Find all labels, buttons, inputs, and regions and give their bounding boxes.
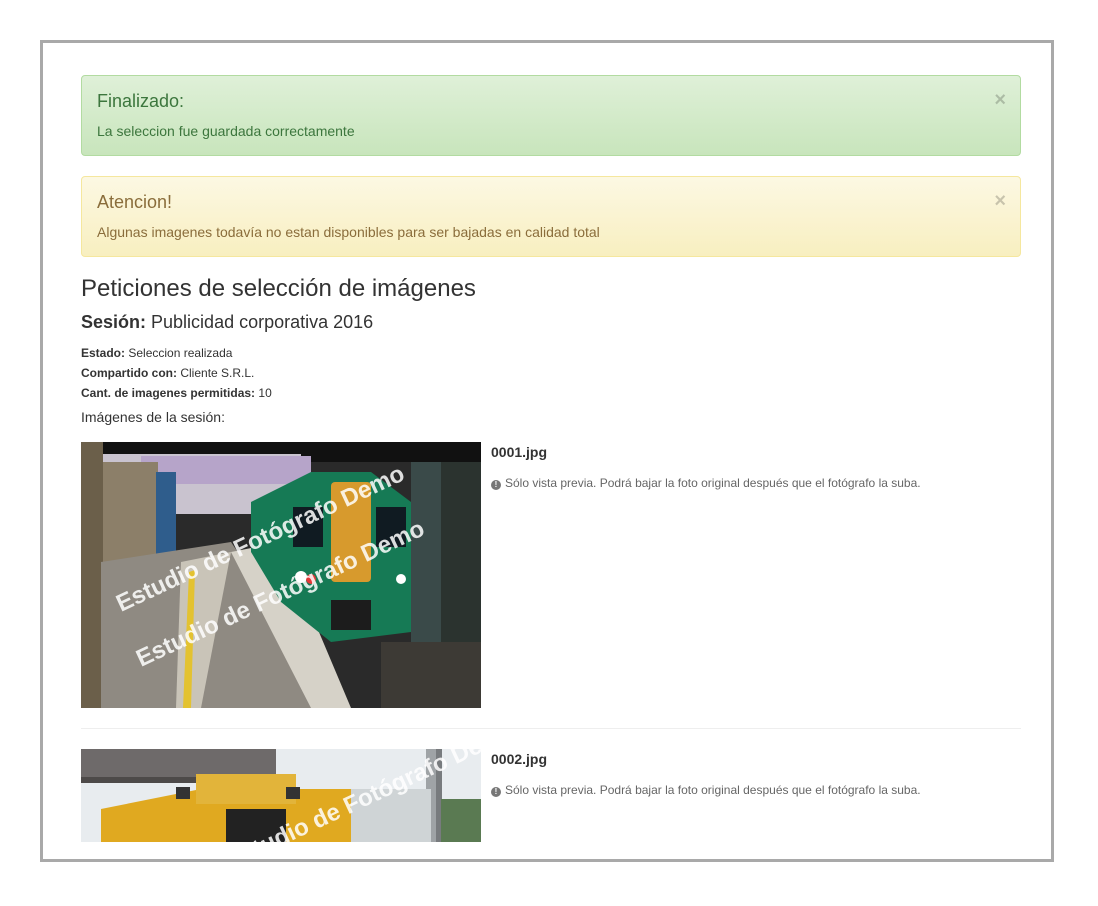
close-icon[interactable]: × xyxy=(994,191,1006,211)
warning-alert-message: Algunas imagenes todavía no estan dispon… xyxy=(97,224,600,240)
session-name: Publicidad corporativa 2016 xyxy=(151,312,374,332)
status-value: Seleccion realizada xyxy=(128,346,233,360)
photo-filename: 0002.jpg xyxy=(491,751,548,767)
warning-alert-title: Atencion! xyxy=(97,192,173,212)
preview-note-text: Sólo vista previa. Podrá bajar la foto o… xyxy=(505,476,921,490)
warning-alert: Atencion! Algunas imagenes todavía no es… xyxy=(81,176,1021,257)
success-alert: Finalizado: La seleccion fue guardada co… xyxy=(81,75,1021,156)
preview-note-text: Sólo vista previa. Podrá bajar la foto o… xyxy=(505,783,921,797)
close-icon[interactable]: × xyxy=(994,90,1006,110)
success-alert-title: Finalizado: xyxy=(97,91,185,111)
count-value: 10 xyxy=(258,386,272,400)
photo-filename: 0001.jpg xyxy=(491,444,548,460)
maintenance-train-photo-image: Estudio de Fotógrafo Demo xyxy=(81,749,481,842)
info-circle-icon: ! xyxy=(491,480,501,490)
images-label: Imágenes de la sesión: xyxy=(81,409,225,425)
page-title: Peticiones de selección de imágenes xyxy=(81,275,476,302)
preview-note: ! Sólo vista previa. Podrá bajar la foto … xyxy=(491,476,921,490)
count-label: Cant. de imagenes permitidas: xyxy=(81,386,256,400)
info-circle-icon: ! xyxy=(491,787,501,797)
status-label: Estado: xyxy=(81,346,126,360)
photo-0002[interactable]: Estudio de Fotógrafo Demo xyxy=(81,749,481,842)
shared-value: Cliente S.R.L. xyxy=(180,366,255,380)
divider xyxy=(81,728,1021,729)
session-label: Sesión: xyxy=(81,312,147,332)
photo-0001[interactable]: Estudio de Fotógrafo Demo Estudio de Fot… xyxy=(81,442,481,708)
success-alert-message: La seleccion fue guardada correctamente xyxy=(97,123,355,139)
shared-line: Compartido con: Cliente S.R.L. xyxy=(81,366,254,380)
shared-label: Compartido con: xyxy=(81,366,177,380)
status-line: Estado: Seleccion realizada xyxy=(81,346,232,360)
preview-note: ! Sólo vista previa. Podrá bajar la foto … xyxy=(491,783,921,797)
content-frame: Finalizado: La seleccion fue guardada co… xyxy=(40,40,1054,862)
session-line: Sesión: Publicidad corporativa 2016 xyxy=(81,312,373,333)
train-photo-image: Estudio de Fotógrafo Demo Estudio de Fot… xyxy=(81,442,481,708)
count-line: Cant. de imagenes permitidas: 10 xyxy=(81,386,272,400)
